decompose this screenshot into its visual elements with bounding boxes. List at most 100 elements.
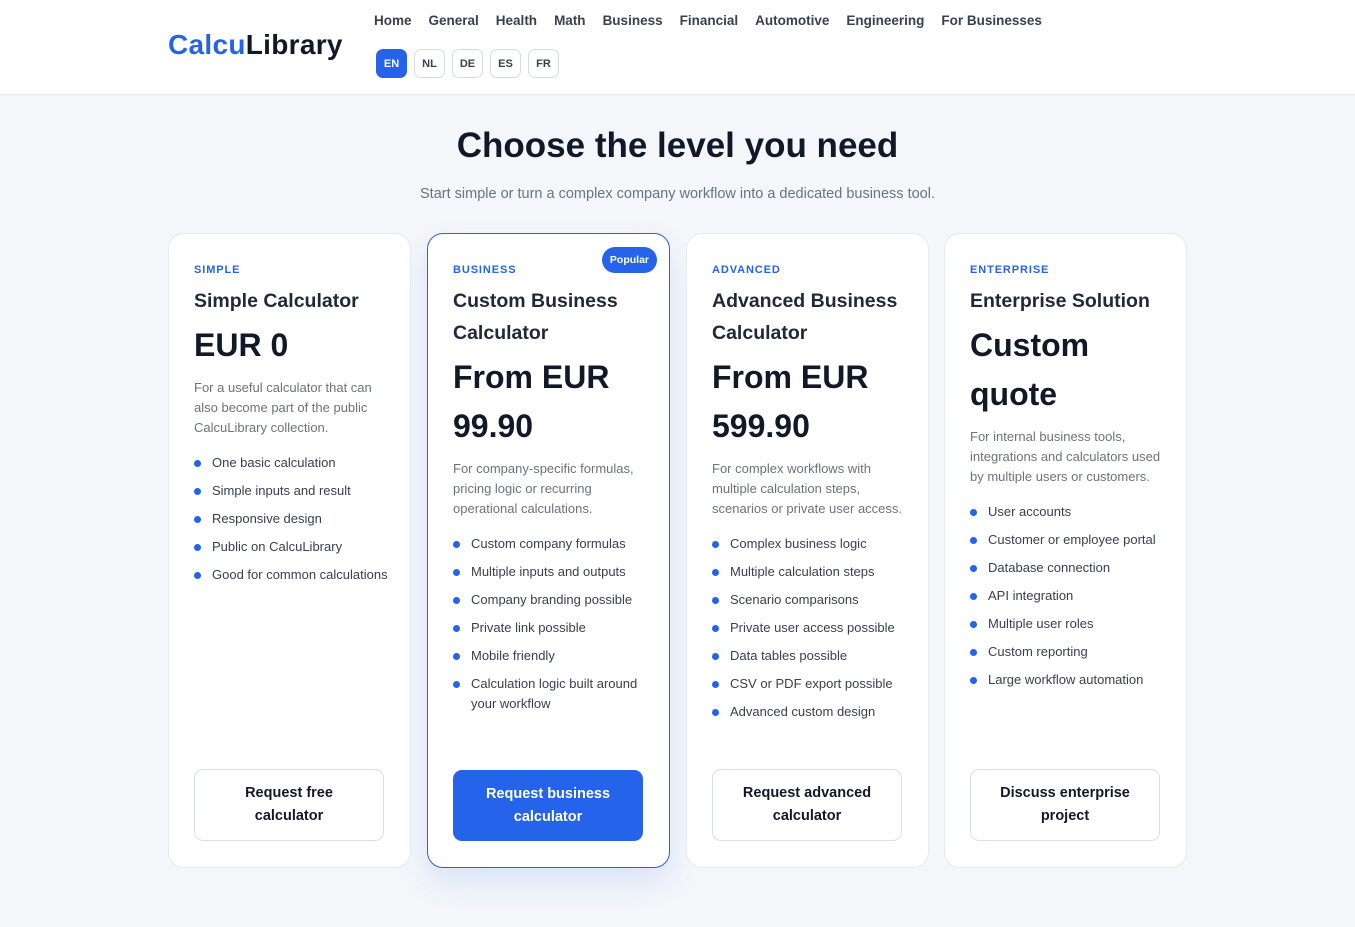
logo-part-calcu: Calcu [168,29,246,60]
lang-button-en[interactable]: EN [376,49,407,78]
feature-item: Advanced custom design [712,702,908,722]
lang-button-fr[interactable]: FR [528,49,559,78]
feature-item: Multiple inputs and outputs [453,562,649,582]
feature-label: Multiple calculation steps [730,564,875,579]
feature-item: Customer or employee portal [970,530,1166,550]
bullet-dot-icon [453,653,460,660]
logo[interactable]: CalcuLibrary [168,29,343,61]
feature-label: Public on CalcuLibrary [212,539,343,554]
bullet-dot-icon [970,593,977,600]
feature-item: Data tables possible [712,646,908,666]
lang-button-de[interactable]: DE [452,49,483,78]
bullet-dot-icon [712,653,719,660]
feature-item: Multiple user roles [970,614,1166,634]
page-subtitle: Start simple or turn a complex company w… [420,186,935,202]
nav-home[interactable]: Home [374,13,412,31]
bullet-dot-icon [453,597,460,604]
feature-label: Simple inputs and result [212,483,351,498]
feature-list: One basic calculation Simple inputs and … [194,453,390,585]
plan-tier: ENTERPRISE [970,264,1050,276]
feature-item: Scenario comparisons [712,590,908,610]
feature-label: Multiple user roles [988,616,1094,631]
bullet-dot-icon [194,572,201,579]
feature-label: CSV or PDF export possible [730,676,893,691]
plan-price: EUR 0 [194,327,289,363]
bullet-dot-icon [194,544,201,551]
feature-item: Custom company formulas [453,534,649,554]
feature-item: Complex business logic [712,534,908,554]
nav-math[interactable]: Math [554,13,586,31]
bullet-dot-icon [453,569,460,576]
feature-item: Private user access possible [712,618,908,638]
feature-label: Responsive design [212,511,322,526]
plan-description: For complex workflows with multiple calc… [712,461,903,516]
bullet-dot-icon [712,625,719,632]
feature-item: Multiple calculation steps [712,562,908,582]
bullet-dot-icon [970,621,977,628]
feature-item: Simple inputs and result [194,481,390,501]
bullet-dot-icon [970,677,977,684]
bullet-dot-icon [712,709,719,716]
feature-item: CSV or PDF export possible [712,674,908,694]
plan-tier: SIMPLE [194,264,241,276]
feature-item: Large workflow automation [970,670,1166,690]
feature-label: Advanced custom design [730,704,876,719]
feature-item: Calculation logic built around your work… [453,674,649,714]
site-header: CalcuLibrary Home General Health Math Bu… [0,0,1355,95]
feature-list: User accounts Customer or employee porta… [970,502,1166,690]
bullet-dot-icon [712,541,719,548]
feature-label: One basic calculation [212,455,336,470]
feature-item: Responsive design [194,509,390,529]
feature-label: Multiple inputs and outputs [471,564,626,579]
pricing-card-simple: SIMPLE Simple Calculator EUR 0 For a use… [168,233,411,868]
bullet-dot-icon [453,681,460,688]
plan-name: Custom Business Calculator [453,290,618,344]
pricing-card-advanced: ADVANCED Advanced Business Calculator Fr… [686,233,929,868]
request-business-calculator-button[interactable]: Request business calculator [453,770,643,841]
feature-item: Mobile friendly [453,646,649,666]
nav-engineering[interactable]: Engineering [846,13,924,31]
feature-label: Calculation logic built around your work… [471,676,638,711]
feature-label: Database connection [988,560,1111,575]
feature-label: Scenario comparisons [730,592,859,607]
plan-description: For a useful calculator that can also be… [194,380,372,435]
bullet-dot-icon [194,460,201,467]
nav-automotive[interactable]: Automotive [755,13,829,31]
feature-item: Good for common calculations [194,565,390,585]
plan-tier: ADVANCED [712,264,781,276]
nav-for-businesses[interactable]: For Businesses [941,13,1042,31]
plan-description: For internal business tools, integration… [970,429,1161,484]
lang-button-nl[interactable]: NL [414,49,445,78]
feature-label: Custom company formulas [471,536,626,551]
bullet-dot-icon [970,537,977,544]
nav-business[interactable]: Business [603,13,663,31]
lang-button-es[interactable]: ES [490,49,521,78]
feature-list: Complex business logic Multiple calculat… [712,534,908,722]
request-advanced-calculator-button[interactable]: Request advanced calculator [712,769,902,841]
bullet-dot-icon [712,681,719,688]
plan-tier: BUSINESS [453,264,517,276]
nav-financial[interactable]: Financial [680,13,739,31]
feature-item: User accounts [970,502,1166,522]
discuss-enterprise-project-button[interactable]: Discuss enterprise project [970,769,1160,841]
page-title: Choose the level you need [456,126,899,165]
feature-label: Private link possible [471,620,586,635]
bullet-dot-icon [194,516,201,523]
bullet-dot-icon [970,509,977,516]
language-switcher: EN NL DE ES FR [376,49,559,78]
plan-price: From EUR 599.90 [712,359,869,444]
request-free-calculator-button[interactable]: Request free calculator [194,769,384,841]
feature-item: Custom reporting [970,642,1166,662]
plan-name: Advanced Business Calculator [712,290,898,344]
logo-part-library: Library [245,29,343,60]
main-nav: Home General Health Math Business Financ… [374,13,1059,31]
feature-label: Good for common calculations [212,567,388,582]
nav-health[interactable]: Health [496,13,537,31]
pricing-card-enterprise: ENTERPRISE Enterprise Solution Custom qu… [944,233,1187,868]
feature-item: API integration [970,586,1166,606]
bullet-dot-icon [453,541,460,548]
feature-label: Company branding possible [471,592,633,607]
nav-general[interactable]: General [429,13,479,31]
feature-item: One basic calculation [194,453,390,473]
bullet-dot-icon [712,569,719,576]
